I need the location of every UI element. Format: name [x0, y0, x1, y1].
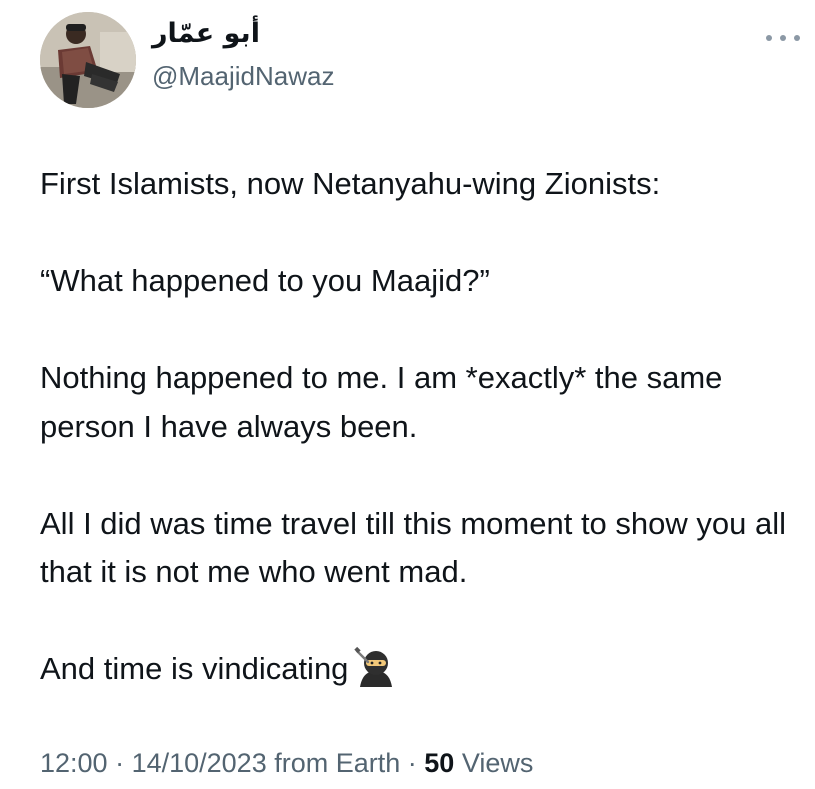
tweet-date[interactable]: 14/10/2023: [132, 748, 267, 778]
ninja-emoji-icon: [354, 645, 398, 689]
tweet-paragraph: First Islamists, now Netanyahu-wing Zion…: [40, 166, 661, 201]
dot: [766, 35, 772, 41]
tweet-time[interactable]: 12:00: [40, 748, 108, 778]
tweet-last-paragraph: And time is vindicating: [40, 645, 800, 694]
views-count: 50: [424, 748, 455, 778]
tweet-meta: 12:00 · 14/10/2023 from Earth · 50 Views: [40, 748, 533, 779]
dot: [780, 35, 786, 41]
tweet-header: أبو عمّار @MaajidNawaz: [40, 12, 800, 112]
tweet-paragraph: “What happened to you Maajid?”: [40, 263, 490, 298]
tweet-text: First Islamists, now Netanyahu-wing Zion…: [40, 160, 800, 694]
tweet-last-line: And time is vindicating: [40, 651, 349, 686]
tweet-paragraph: All I did was time travel till this mome…: [40, 505, 786, 590]
tweet-paragraph: Nothing happened to me. I am *exactly* t…: [40, 360, 723, 444]
tweet-source: from Earth: [274, 748, 401, 778]
avatar-image: [40, 12, 136, 108]
views-label: Views: [461, 748, 534, 778]
avatar[interactable]: [40, 12, 136, 108]
meta-separator: ·: [107, 748, 132, 778]
meta-separator: ·: [400, 748, 425, 778]
dot: [794, 35, 800, 41]
more-horizontal-icon[interactable]: [766, 32, 800, 44]
author-handle[interactable]: @MaajidNawaz: [152, 61, 334, 92]
author-display-name[interactable]: أبو عمّار: [152, 18, 260, 49]
